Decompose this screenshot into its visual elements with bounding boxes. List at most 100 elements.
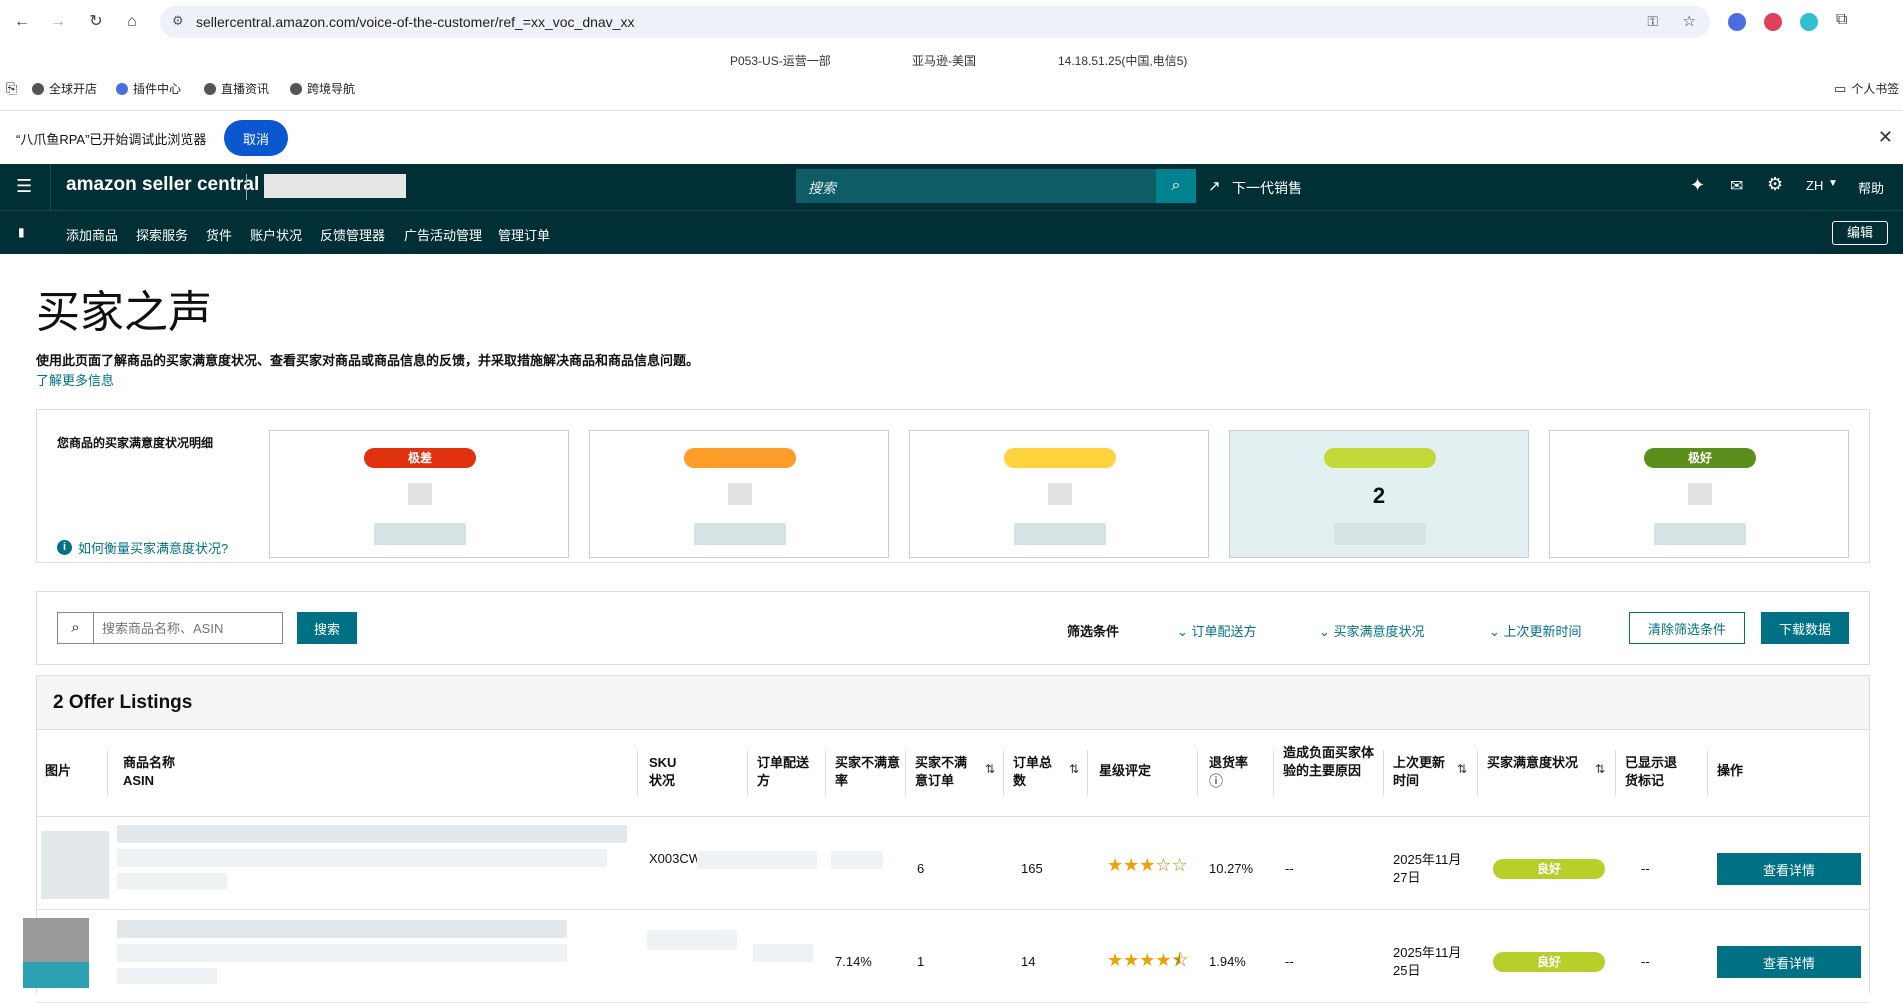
help-link[interactable]: 帮助 [1858,178,1884,197]
col-unsat-orders[interactable]: 买家不满意订单 [915,754,975,790]
download-data-button[interactable]: 下载数据 [1761,612,1849,644]
product-name-placeholder [117,944,567,962]
view-details-button[interactable]: 查看详情 [1717,946,1861,978]
satisfaction-card-good[interactable]: 2 [1229,430,1529,558]
product-name-placeholder[interactable] [117,825,627,843]
forward-icon[interactable]: → [46,10,70,34]
extension-icon[interactable] [1800,13,1818,31]
bookmark-item[interactable]: 直播资讯 [204,80,269,97]
menu-icon[interactable]: ☰ [16,176,32,197]
logo[interactable]: amazon seller central [66,174,259,196]
divider [1383,750,1384,796]
satisfaction-card-fair[interactable] [909,430,1209,558]
bookmark-item[interactable]: 插件中心 [116,80,181,97]
unsat-rate-placeholder [831,851,883,869]
key-icon[interactable]: ⚿ [1647,13,1658,30]
product-image[interactable] [41,831,109,899]
label-placeholder [1014,523,1106,545]
col-unsat-rate[interactable]: 买家不满意率 [835,754,901,790]
bookmark-item[interactable]: 跨境导航 [290,80,355,97]
extension-icon[interactable] [1764,13,1782,31]
folder-icon: ▭ [1834,80,1847,96]
last-updated-filter[interactable]: ⌄ 上次更新时间 [1489,621,1582,640]
bookmark-folder[interactable]: ▭ 个人书签 [1834,80,1899,97]
divider [1615,750,1616,796]
bookmark-label: 跨境导航 [307,82,356,96]
nav-shipments[interactable]: 货件 [206,225,232,244]
language-selector[interactable]: ZH [1806,178,1823,193]
back-icon[interactable]: ← [10,10,34,34]
header-search-input[interactable]: 搜索 [796,169,1156,203]
chevron-down-icon: ⌄ [1319,624,1330,639]
filter-bar: ⌕ 搜索 筛选条件 ⌄ 订单配送方 ⌄ 买家满意度状况 ⌄ 上次更新时间 清除筛… [36,591,1870,665]
sort-icon[interactable]: ⇅ [1595,762,1605,776]
nav-account-health[interactable]: 账户状况 [250,225,302,244]
chevron-down-icon: ⌄ [1489,624,1500,639]
filter-label: 筛选条件 [1067,624,1120,639]
col-return-rate[interactable]: 退货率 ⓘ [1209,754,1248,791]
fulfillment-filter[interactable]: ⌄ 订单配送方 [1177,621,1257,640]
next-gen-link[interactable]: 下一代销售 [1232,178,1302,198]
info-icon[interactable]: ⓘ [1209,773,1223,789]
divider [905,750,906,796]
site-info-icon[interactable]: ⚙ [172,13,184,29]
sparkle-icon[interactable]: ✦ [1690,175,1705,196]
home-icon[interactable]: ⌂ [120,10,144,34]
sort-icon[interactable]: ⇅ [985,762,995,776]
satisfaction-card-very-poor[interactable]: 极差 [269,430,569,558]
settings-gear-icon[interactable]: ⚙ [1767,174,1783,195]
nav-manage-orders[interactable]: 管理订单 [498,225,550,244]
learn-more-link[interactable]: 了解更多信息 [36,370,114,389]
header-search-icon[interactable]: ⌕ [1156,169,1196,203]
bookmark-label: 个人书签 [1851,82,1900,96]
how-measured-link[interactable]: i 如何衡量买家满意度状况? [57,538,228,557]
address-bar[interactable]: ⚙ sellercentral.amazon.com/voice-of-the-… [160,6,1710,38]
extensions-puzzle-icon[interactable]: ⧉ [1836,11,1847,29]
col-fulfillment[interactable]: 订单配送方 [757,754,813,790]
listings-table: 2 Offer Listings 图片 商品名称 ASIN SKU 状况 订单配送方… [23,675,1870,1003]
label-placeholder [694,523,786,545]
nav-feedback-manager[interactable]: 反馈管理器 [320,225,385,244]
globe-icon [32,82,44,95]
clear-filters-button[interactable]: 清除筛选条件 [1629,612,1745,644]
mail-icon[interactable]: ✉ [1730,176,1743,196]
satisfaction-filter[interactable]: ⌄ 买家满意度状况 [1319,621,1425,640]
view-details-button[interactable]: 查看详情 [1717,853,1861,885]
info-icon: i [57,540,72,555]
bookmark-icon[interactable]: ▮ [18,225,25,239]
chevron-down-icon: ⌄ [1177,624,1188,639]
cancel-debug-button[interactable]: 取消 [224,120,288,156]
col-name[interactable]: 商品名称 ASIN [123,754,175,790]
account-switcher[interactable] [264,174,406,198]
satisfaction-card-excellent[interactable]: 极好 [1549,430,1849,558]
sort-icon[interactable]: ⇅ [1457,762,1467,776]
asin-placeholder [117,968,217,984]
tab-icon[interactable]: ⎘ [6,80,17,97]
divider [825,750,826,796]
product-image[interactable] [23,918,89,962]
bookmark-star-icon[interactable]: ☆ [1683,12,1696,30]
listing-search-input[interactable] [96,613,280,643]
nav-ad-campaigns[interactable]: 广告活动管理 [404,225,482,244]
col-satisfaction[interactable]: 买家满意度状况 [1487,754,1583,772]
nav-explore-services[interactable]: 探索服务 [136,225,188,244]
account-info-row: P053-US-运营一部 亚马逊-美国 14.18.51.25(中国,电信5) [0,52,1903,72]
reload-icon[interactable]: ↻ [84,10,108,34]
edit-nav-button[interactable]: 编辑 [1832,221,1888,245]
page-description: 使用此页面了解商品的买家满意度状况、查看买家对商品或商品信息的反馈，并采取措施解… [36,353,700,368]
close-icon[interactable]: ✕ [1878,127,1893,148]
filter-dropdown-label: 上次更新时间 [1503,624,1582,639]
sort-icon[interactable]: ⇅ [1069,762,1079,776]
product-name-placeholder[interactable] [117,920,567,938]
nav-add-products[interactable]: 添加商品 [66,225,118,244]
external-link-icon[interactable]: ↗ [1208,177,1221,195]
col-total-orders[interactable]: 订单总数 [1013,754,1059,790]
search-button[interactable]: 搜索 [297,612,357,644]
col-last-updated[interactable]: 上次更新时间 [1393,754,1451,790]
extension-icon[interactable] [1728,13,1746,31]
bookmark-item[interactable]: 全球开店 [32,80,97,97]
col-negative-reason: 造成负面买家体验的主要原因 [1283,745,1375,778]
satisfaction-card-poor[interactable] [589,430,889,558]
col-sku[interactable]: SKU 状况 [649,754,676,790]
chevron-down-icon[interactable]: ▼ [1828,178,1838,189]
